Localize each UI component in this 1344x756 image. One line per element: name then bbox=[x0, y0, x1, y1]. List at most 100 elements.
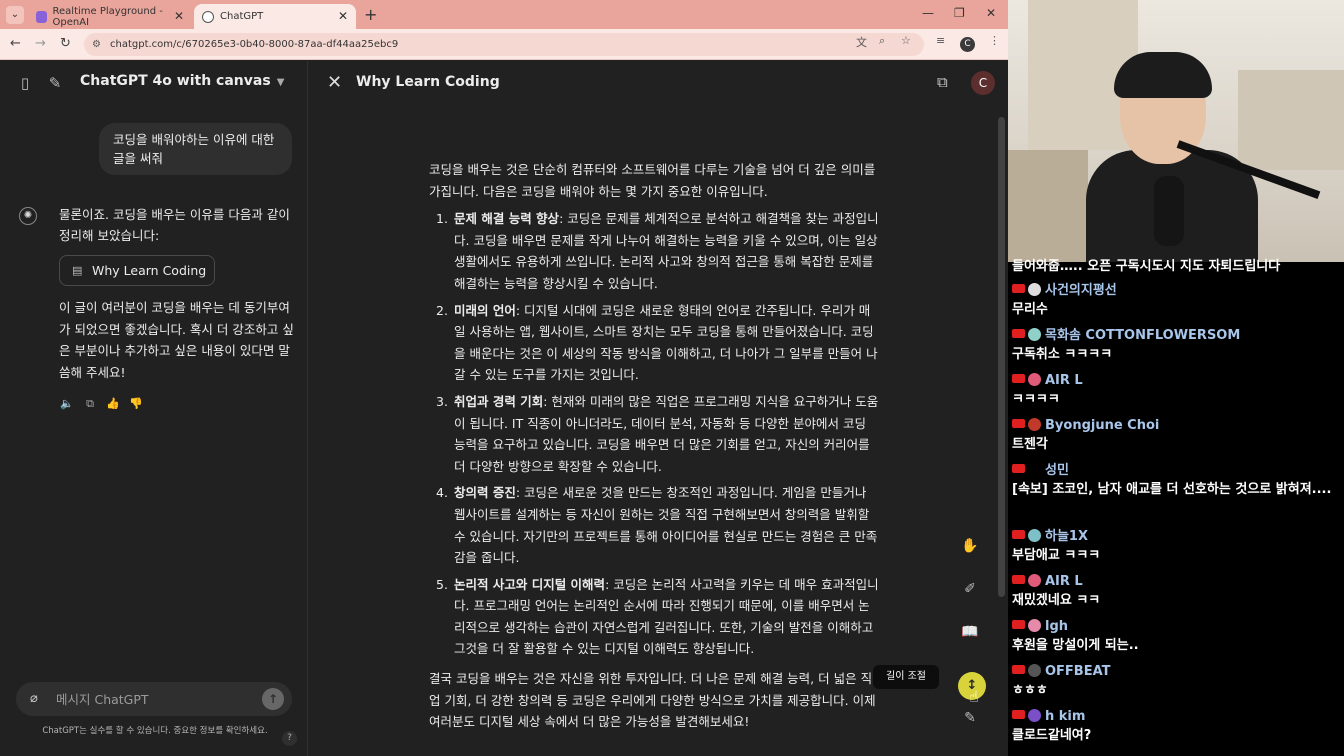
document-icon: ▤ bbox=[72, 264, 83, 277]
message-input[interactable] bbox=[56, 689, 256, 709]
copy-document-icon[interactable]: ⧉ bbox=[937, 73, 948, 91]
close-canvas-icon[interactable]: ✕ bbox=[327, 72, 342, 93]
close-tab-icon[interactable]: ✕ bbox=[174, 9, 184, 23]
user-avatar[interactable]: C bbox=[971, 71, 995, 95]
avatar bbox=[1028, 529, 1041, 542]
document-conclusion: 결국 코딩을 배우는 것은 자신을 위한 투자입니다. 더 나은 문제 해결 능… bbox=[429, 671, 876, 730]
list-item: 4. 창의력 증진: 코딩은 새로운 것을 만드는 창조적인 과정입니다. 게임을… bbox=[436, 485, 878, 566]
canvas-panel: ✕ Why Learn Coding ⧉ C 코딩을 배우는 것은 단순히 컴퓨… bbox=[309, 61, 1008, 756]
chat-message: lgh 후원을 망설이게 되는.. bbox=[1012, 619, 1139, 653]
avatar bbox=[1028, 709, 1041, 722]
canvas-title: Why Learn Coding bbox=[356, 74, 500, 90]
document-intro: 코딩을 배우는 것은 단순히 컴퓨터와 소프트웨어를 다루는 기술을 넘어 더 … bbox=[429, 162, 876, 199]
canvas-chip-label: Why Learn Coding bbox=[92, 263, 207, 278]
emoji-hand-icon[interactable]: ✋ bbox=[961, 537, 979, 555]
openai-logo-icon: ✺ bbox=[19, 207, 37, 225]
chat-sidebar: ▯ ✎ ChatGPT 4o with canvas ▼ 코딩을 배워야하는 이유… bbox=[0, 61, 308, 756]
copy-message-icon[interactable]: ⧉ bbox=[83, 397, 97, 411]
microphone bbox=[1154, 176, 1184, 246]
suggest-edits-icon[interactable]: ✎ bbox=[961, 709, 979, 727]
new-chat-icon[interactable]: ✎ bbox=[46, 74, 64, 92]
tab-realtime-playground[interactable]: Realtime Playground - OpenAI ✕ bbox=[28, 4, 192, 29]
browser-menu-icon[interactable]: ⋮ bbox=[989, 34, 1000, 47]
chat-message: 목화솜 COTTONFLOWERSOM 구독취소 ㅋㅋㅋㅋ bbox=[1012, 328, 1241, 362]
polish-brush-icon[interactable]: ✐ bbox=[961, 580, 979, 598]
url-text: chatgpt.com/c/670265e3-0b40-8000-87aa-df… bbox=[110, 39, 399, 50]
media-control-icon[interactable]: ≡ bbox=[936, 34, 945, 47]
chevron-down-icon: ▼ bbox=[276, 77, 285, 88]
chat-message: OFFBEAT ㅎㅎㅎ bbox=[1012, 664, 1111, 698]
message-composer: ⌀ ↑ bbox=[16, 682, 292, 716]
toggle-sidebar-icon[interactable]: ▯ bbox=[16, 74, 34, 92]
youtube-icon bbox=[1012, 620, 1025, 629]
avatar bbox=[1028, 664, 1041, 677]
help-button[interactable]: ? bbox=[282, 731, 297, 746]
model-selector[interactable]: ChatGPT 4o with canvas ▼ bbox=[80, 73, 284, 89]
avatar bbox=[1028, 418, 1041, 431]
stream-overlay: 들어와줍….. 오픈 구독시도시 지도 자퇴드립니다 사건의지평선 무리수 목화… bbox=[1008, 0, 1344, 756]
reading-level-icon[interactable]: 📖 bbox=[961, 623, 979, 641]
list-item: 1. 문제 해결 능력 향상: 코딩은 문제를 체계적으로 분석하고 해결책을 찾… bbox=[436, 211, 879, 291]
restore-icon[interactable]: ❐ bbox=[954, 6, 965, 20]
model-title-text: ChatGPT 4o with canvas bbox=[80, 73, 271, 89]
back-icon[interactable]: ← bbox=[10, 36, 21, 51]
desk bbox=[1008, 150, 1088, 262]
disclaimer-text: ChatGPT는 실수를 할 수 있습니다. 중요한 정보를 확인하세요. bbox=[42, 726, 268, 736]
tab-chatgpt[interactable]: ChatGPT ✕ bbox=[194, 4, 356, 29]
youtube-icon bbox=[1012, 329, 1025, 338]
chat-message: 하늘1X 부담애교 ㅋㅋㅋ bbox=[1012, 529, 1101, 563]
youtube-icon bbox=[1012, 284, 1025, 293]
site-info-icon[interactable]: ⚙ bbox=[92, 33, 101, 56]
shelf bbox=[1238, 70, 1344, 170]
assistant-message-outro: 이 글이 여러분이 코딩을 배우는 데 동기부여가 되었으면 좋겠습니다. 혹시… bbox=[59, 300, 294, 380]
browser-profile-avatar[interactable]: C bbox=[960, 37, 975, 52]
thumbs-up-icon[interactable]: 👍 bbox=[106, 397, 120, 411]
reasons-list: 1. 문제 해결 능력 향상: 코딩은 문제를 체계적으로 분석하고 해결책을 찾… bbox=[429, 208, 879, 660]
chat-message: 성민 [속보] 조코인, 남자 애교를 더 선호하는 것으로 밝혀져.... bbox=[1012, 463, 1332, 497]
tab-bar: ⌄ Realtime Playground - OpenAI ✕ ChatGPT… bbox=[0, 0, 1008, 29]
new-tab-icon[interactable]: + bbox=[364, 5, 377, 24]
youtube-icon bbox=[1012, 530, 1025, 539]
avatar bbox=[1028, 328, 1041, 341]
chat-message: 들어와줍….. 오픈 구독시도시 지도 자퇴드립니다 bbox=[1012, 259, 1281, 274]
list-item: 3. 취업과 경력 기회: 현재와 미래의 많은 직업은 프로그래밍 지식을 요구… bbox=[436, 393, 879, 474]
avatar bbox=[1028, 463, 1041, 476]
canvas-document[interactable]: 코딩을 배우는 것은 단순히 컴퓨터와 소프트웨어를 다루는 기술을 넘어 더 … bbox=[429, 159, 879, 733]
close-tab-icon[interactable]: ✕ bbox=[338, 9, 348, 23]
assistant-message-intro: 물론이죠. 코딩을 배우는 이유를 다음과 같이 정리해 보았습니다: bbox=[59, 207, 290, 243]
chat-message: AIR L 재밌겠네요 ㅋㅋ bbox=[1012, 574, 1101, 608]
chat-message: AIR L ㅋㅋㅋㅋ bbox=[1012, 373, 1083, 407]
tab-search-icon[interactable]: ⌄ bbox=[6, 6, 24, 24]
youtube-icon bbox=[1012, 710, 1025, 719]
canvas-scrollbar[interactable] bbox=[998, 117, 1005, 597]
youtube-icon bbox=[1012, 575, 1025, 584]
chatgpt-favicon-icon bbox=[202, 10, 214, 23]
openai-favicon-icon bbox=[36, 10, 47, 23]
youtube-icon bbox=[1012, 374, 1025, 383]
user-message-bubble: 코딩을 배워야하는 이유에 대한 글을 써줘 bbox=[99, 123, 292, 175]
avatar bbox=[1028, 373, 1041, 386]
adjust-length-tooltip: 길이 조절 bbox=[873, 665, 939, 689]
forward-icon[interactable]: → bbox=[35, 36, 46, 51]
browser-toolbar: ← → ↻ ⚙ chatgpt.com/c/670265e3-0b40-8000… bbox=[0, 29, 1008, 60]
minimize-icon[interactable]: — bbox=[922, 6, 934, 20]
send-button[interactable]: ↑ bbox=[262, 688, 284, 710]
thumbs-down-icon[interactable]: 👎 bbox=[129, 397, 143, 411]
close-window-icon[interactable]: ✕ bbox=[986, 6, 996, 20]
zoom-icon[interactable]: ⌕ bbox=[879, 34, 885, 48]
person-hair bbox=[1114, 52, 1212, 98]
attach-icon[interactable]: ⌀ bbox=[30, 691, 38, 706]
youtube-icon bbox=[1012, 419, 1025, 428]
bookmark-star-icon[interactable]: ☆ bbox=[901, 34, 911, 47]
avatar bbox=[1028, 283, 1041, 296]
open-canvas-button[interactable]: ▤ Why Learn Coding bbox=[59, 255, 215, 286]
reload-icon[interactable]: ↻ bbox=[60, 36, 71, 51]
avatar bbox=[1028, 574, 1041, 587]
read-aloud-icon[interactable]: 🔈 bbox=[60, 397, 74, 411]
chat-message: Byongjune Choi 트젠각 bbox=[1012, 418, 1160, 452]
tab-label: Realtime Playground - OpenAI bbox=[52, 5, 163, 28]
chat-message: h kim 클로드같네여? bbox=[1012, 709, 1092, 743]
youtube-icon bbox=[1012, 665, 1025, 674]
address-bar[interactable]: ⚙ chatgpt.com/c/670265e3-0b40-8000-87aa-… bbox=[84, 33, 924, 56]
translate-icon[interactable]: 文 bbox=[856, 34, 867, 50]
